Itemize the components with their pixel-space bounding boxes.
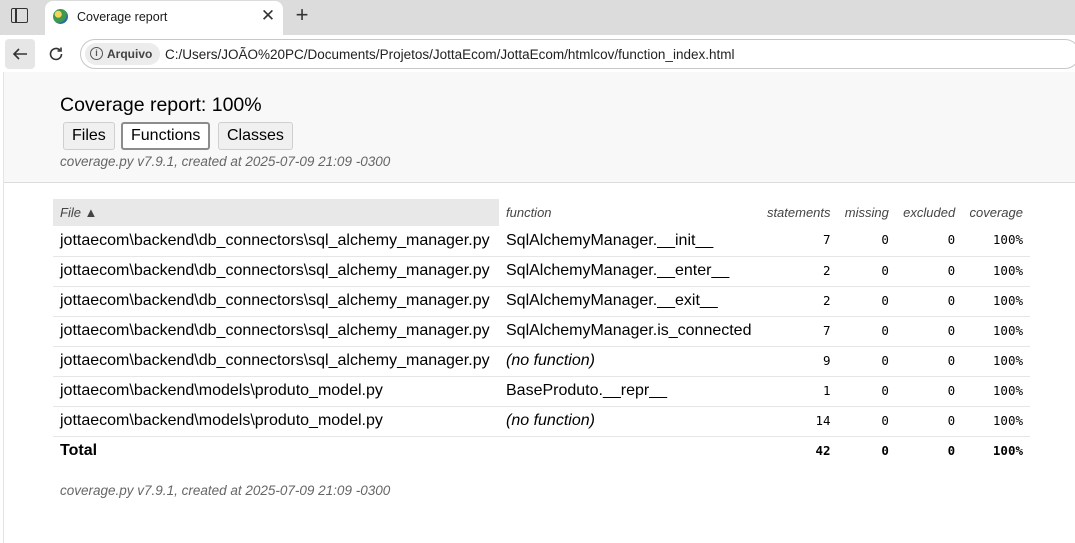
function-link[interactable]: (no function) [499, 345, 760, 376]
statements-cell: 7 [759, 315, 838, 346]
total-coverage: 100% [962, 435, 1030, 466]
statements-cell: 2 [759, 285, 838, 316]
total-function-cell [499, 435, 760, 466]
favicon-icon [53, 9, 68, 24]
statements-cell: 2 [759, 255, 838, 286]
file-link[interactable]: jottaecom\backend\db_connectors\sql_alch… [53, 345, 499, 376]
coverage-cell: 100% [962, 285, 1030, 316]
page-title: Coverage report: 100% [60, 94, 262, 116]
new-tab-icon[interactable]: + [291, 4, 313, 26]
file-link[interactable]: jottaecom\backend\models\produto_model.p… [53, 375, 499, 406]
statements-cell: 7 [823, 232, 831, 247]
missing-cell: 0 [837, 375, 896, 406]
table-row: jottaecom\backend\models\produto_model.p… [53, 405, 1030, 436]
statements-cell: 14 [759, 405, 838, 436]
back-arrow-icon [12, 48, 27, 60]
excluded-column-header[interactable]: excluded [896, 199, 962, 226]
function-link[interactable]: SqlAlchemyManager.is_connected [499, 315, 760, 346]
excluded-cell: 0 [895, 405, 963, 436]
tab-strip: Coverage report ✕ + [0, 0, 1075, 35]
total-excluded: 0 [895, 435, 963, 466]
file-link[interactable]: jottaecom\backend\db_connectors\sql_alch… [53, 255, 499, 286]
reload-button[interactable] [41, 39, 71, 69]
function-column-header[interactable]: function [499, 199, 760, 226]
back-button[interactable] [5, 39, 35, 69]
coverage-cell: 100% [962, 345, 1030, 376]
coverage-column-header[interactable]: coverage [962, 199, 1030, 226]
file-link[interactable]: jottaecom\backend\models\produto_model.p… [53, 405, 499, 436]
file-link[interactable]: jottaecom\backend\db_connectors\sql_alch… [53, 226, 499, 256]
total-label: Total [53, 435, 499, 466]
table-row: jottaecom\backend\db_connectors\sql_alch… [53, 285, 1030, 316]
function-link[interactable]: SqlAlchemyManager.__enter__ [499, 255, 760, 286]
address-bar[interactable]: i Arquivo C:/Users/JOÃO%20PC/Documents/P… [80, 39, 1075, 69]
excluded-cell: 0 [895, 255, 963, 286]
function-index-table: File ▲ function statements missing exclu… [53, 199, 1030, 466]
coverage-cell: 100% [992, 232, 1023, 247]
coverage-cell: 100% [962, 405, 1030, 436]
table-row: jottaecom\backend\db_connectors\sql_alch… [53, 345, 1030, 376]
excluded-cell: 0 [895, 375, 963, 406]
info-icon: i [90, 47, 103, 60]
missing-cell: 0 [837, 405, 896, 436]
functions-button[interactable]: Functions [121, 122, 211, 150]
coverage-cell: 100% [962, 375, 1030, 406]
missing-cell: 0 [837, 315, 896, 346]
total-row: Total 42 0 0 100% [53, 435, 1030, 466]
close-tab-icon[interactable]: ✕ [259, 7, 277, 25]
function-link[interactable]: SqlAlchemyManager.__exit__ [499, 285, 760, 316]
file-link[interactable]: jottaecom\backend\db_connectors\sql_alch… [53, 315, 499, 346]
excluded-cell: 0 [895, 285, 963, 316]
statements-cell: 1 [759, 375, 838, 406]
total-missing: 0 [837, 435, 896, 466]
statements-column-header[interactable]: statements [760, 199, 838, 226]
site-chip-label: Arquivo [107, 47, 153, 61]
reload-icon [49, 47, 63, 61]
browser-tab-active[interactable]: Coverage report ✕ [45, 1, 283, 35]
site-info-chip[interactable]: i Arquivo [85, 43, 161, 65]
excluded-cell: 0 [895, 315, 963, 346]
statements-cell: 9 [759, 345, 838, 376]
function-link[interactable]: (no function) [499, 405, 760, 436]
file-link[interactable]: jottaecom\backend\db_connectors\sql_alch… [53, 285, 499, 316]
table-row: jottaecom\backend\db_connectors\sql_alch… [53, 226, 1030, 256]
footer-meta: coverage.py v7.9.1, created at 2025-07-0… [60, 483, 391, 498]
missing-column-header[interactable]: missing [838, 199, 896, 226]
table-row: jottaecom\backend\db_connectors\sql_alch… [53, 315, 1030, 346]
sidebar-toggle-icon[interactable] [11, 8, 28, 23]
header-meta: coverage.py v7.9.1, created at 2025-07-0… [60, 154, 391, 169]
excluded-cell: 0 [947, 232, 956, 247]
file-column-header[interactable]: File ▲ [53, 199, 499, 226]
coverage-cell: 100% [962, 255, 1030, 286]
missing-cell: 0 [837, 285, 896, 316]
excluded-cell: 0 [895, 345, 963, 376]
missing-cell: 0 [881, 232, 889, 247]
url-text[interactable]: C:/Users/JOÃO%20PC/Documents/Projetos/Jo… [165, 47, 734, 62]
table-row: jottaecom\backend\db_connectors\sql_alch… [53, 255, 1030, 286]
files-button[interactable]: Files [63, 122, 115, 150]
table-row: jottaecom\backend\models\produto_model.p… [53, 375, 1030, 406]
missing-cell: 0 [837, 345, 896, 376]
function-link[interactable]: SqlAlchemyManager.__init__ [499, 226, 760, 256]
page-viewport: Coverage report: 100% Files Functions Cl… [3, 72, 1075, 543]
function-link[interactable]: BaseProduto.__repr__ [499, 375, 760, 406]
missing-cell: 0 [837, 255, 896, 286]
classes-button[interactable]: Classes [218, 122, 293, 150]
tab-title: Coverage report [77, 10, 168, 24]
browser-toolbar: i Arquivo C:/Users/JOÃO%20PC/Documents/P… [0, 35, 1075, 72]
coverage-header: Coverage report: 100% Files Functions Cl… [4, 72, 1075, 183]
table-header-row: File ▲ function statements missing exclu… [53, 199, 1030, 226]
total-statements: 42 [759, 435, 838, 466]
coverage-cell: 100% [962, 315, 1030, 346]
